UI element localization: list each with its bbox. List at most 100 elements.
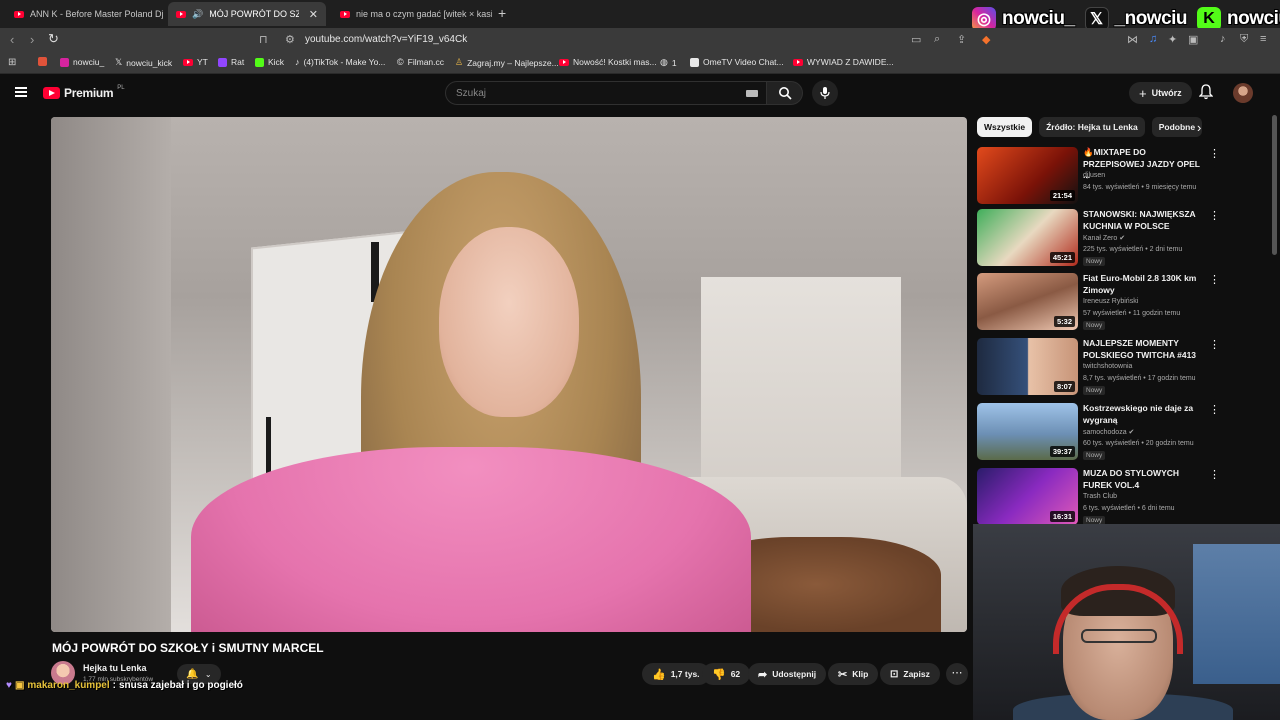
bookmark-item[interactable]: YT bbox=[183, 57, 208, 67]
save-button[interactable]: ⊡ Zapisz bbox=[880, 663, 940, 685]
page-scrollbar[interactable] bbox=[1272, 115, 1277, 255]
video-player[interactable] bbox=[51, 117, 967, 632]
keyboard-icon[interactable] bbox=[746, 90, 758, 97]
chip-all[interactable]: Wszystkie bbox=[977, 117, 1033, 137]
video-frame-person-face bbox=[439, 227, 579, 417]
recommendation-channel[interactable]: samochodoza ✔ bbox=[1083, 428, 1134, 436]
new-tab-button[interactable]: + bbox=[498, 5, 506, 21]
recommendation-channel[interactable]: twitchshotownia bbox=[1083, 363, 1132, 370]
audio-extension-icon[interactable]: ♫ bbox=[1149, 33, 1157, 45]
like-button[interactable]: 👍 1,7 tys. bbox=[642, 663, 710, 685]
close-tab-icon[interactable]: ✕ bbox=[309, 8, 318, 21]
recommendation-meta: 57 wyświetleń • 11 godzin temu bbox=[1083, 310, 1181, 317]
kebab-menu-icon[interactable]: ⋮ bbox=[1209, 273, 1220, 286]
browser-tab[interactable]: ANN K - Before Master Poland Dj Ba... bbox=[6, 2, 164, 26]
bookmark-item[interactable]: 𝕏nowciu_kick bbox=[115, 57, 172, 68]
forward-arrow-icon[interactable]: › bbox=[30, 32, 34, 47]
share-button[interactable]: ➦ Udostępnij bbox=[748, 663, 827, 685]
bookmark-item[interactable]: Kick bbox=[255, 57, 284, 67]
video-duration: 5:32 bbox=[1053, 316, 1075, 327]
recommendation-channel[interactable]: Kanał Zero ✔ bbox=[1083, 234, 1125, 242]
recommendation-item[interactable]: 16:31 MUZA DO STYLOWYCH FUREK VOL.4 Tras… bbox=[977, 468, 1222, 526]
recommendation-title[interactable]: Kostrzewskiego nie daje za wygraną bbox=[1083, 403, 1203, 426]
recommendation-channel[interactable]: Trash Club bbox=[1083, 493, 1117, 500]
video-thumbnail[interactable]: 5:32 bbox=[977, 273, 1078, 330]
media-icon[interactable]: ♪ bbox=[1220, 33, 1226, 45]
recommendation-item[interactable]: 5:32 Fiat Euro-Mobil 2.8 130K km Zimowy … bbox=[977, 273, 1222, 331]
create-button[interactable]: + Utwórz bbox=[1129, 82, 1192, 104]
search-input[interactable] bbox=[446, 82, 736, 104]
kebab-menu-icon[interactable]: ⋮ bbox=[1209, 468, 1220, 481]
vpn-icon[interactable]: ⛨ bbox=[1240, 33, 1248, 46]
bookmark-item[interactable]: OmeTV Video Chat... bbox=[690, 57, 784, 67]
chip-similar[interactable]: Podobne bbox=[1151, 117, 1203, 137]
account-avatar[interactable] bbox=[1233, 83, 1253, 103]
hamburger-menu-icon[interactable] bbox=[15, 87, 27, 97]
puzzle-extensions-icon[interactable]: ✦ bbox=[1168, 33, 1177, 46]
video-duration: 39:37 bbox=[1049, 446, 1075, 457]
search-button[interactable] bbox=[767, 81, 803, 105]
instagram-handle: nowciu_ bbox=[1002, 8, 1075, 29]
recommendation-title[interactable]: NAJLEPSZE MOMENTY POLSKIEGO TWITCHA #413 bbox=[1083, 338, 1203, 361]
recommendation-item[interactable]: 21:54 🔥MIXTAPE DO PRZEPISOWEJ JAZDY OPEL… bbox=[977, 147, 1222, 205]
bookmark-item[interactable]: Rat bbox=[218, 57, 244, 67]
bookmark-item[interactable]: ♙ Zagraj.my – Najlepsze... bbox=[455, 57, 559, 68]
menu-icon[interactable]: ≡ bbox=[1260, 33, 1266, 45]
recommendation-title[interactable]: MUZA DO STYLOWYCH FUREK VOL.4 bbox=[1083, 468, 1203, 491]
zoom-icon[interactable]: ⌕ bbox=[934, 33, 940, 46]
sidebar-toggle-icon[interactable]: ▣ bbox=[1188, 33, 1198, 46]
recommendation-channel[interactable]: Ireneusz Rybiński bbox=[1083, 298, 1138, 305]
url-field[interactable]: youtube.com/watch?v=YiF19_v64Ck bbox=[305, 34, 467, 45]
bookmark-icon[interactable]: ⊓ bbox=[259, 33, 268, 46]
browser-tab-active[interactable]: 🔊 MÓJ POWRÓT DO SZKOŁY i S... ✕ bbox=[168, 2, 326, 26]
brave-shield-icon[interactable]: ◆ bbox=[982, 33, 990, 46]
bookmark-item[interactable]: © Filman.cc bbox=[397, 57, 444, 67]
video-thumbnail[interactable]: 16:31 bbox=[977, 468, 1078, 525]
browser-tab[interactable]: nie ma o czym gadać [witek × kasix... bbox=[332, 2, 492, 26]
chevron-right-icon[interactable]: › bbox=[1197, 120, 1201, 135]
recommendation-title[interactable]: Fiat Euro-Mobil 2.8 130K km Zimowy bbox=[1083, 273, 1203, 296]
chip-source[interactable]: Źródło: Hejka tu Lenka bbox=[1039, 117, 1145, 137]
clip-button[interactable]: ✂ Klip bbox=[828, 663, 879, 685]
extension-icon[interactable]: ⋈ bbox=[1127, 33, 1138, 46]
recommendation-item[interactable]: 39:37 Kostrzewskiego nie daje za wygraną… bbox=[977, 403, 1222, 461]
bookmark-item[interactable]: ♪ (4)TikTok - Make Yo... bbox=[295, 57, 385, 67]
recommendation-item[interactable]: 8:07 NAJLEPSZE MOMENTY POLSKIEGO TWITCHA… bbox=[977, 338, 1222, 396]
youtube-premium-logo[interactable]: Premium PL bbox=[43, 85, 125, 100]
video-thumbnail[interactable]: 8:07 bbox=[977, 338, 1078, 395]
bookmark-favicon-icon bbox=[38, 57, 47, 66]
apps-grid-icon[interactable]: ⊞ bbox=[8, 57, 16, 68]
kick-icon bbox=[255, 57, 264, 67]
notifications-bell-icon[interactable] bbox=[1199, 84, 1213, 100]
video-thumbnail[interactable]: 45:21 bbox=[977, 209, 1078, 266]
cast-icon[interactable]: ▭ bbox=[911, 33, 921, 46]
kebab-menu-icon[interactable]: ⋮ bbox=[1209, 338, 1220, 351]
recommendation-channel[interactable]: djlusen bbox=[1083, 172, 1105, 179]
webcam-glasses bbox=[1081, 629, 1157, 643]
video-thumbnail[interactable]: 21:54 bbox=[977, 147, 1078, 204]
more-actions-button[interactable]: ⋯ bbox=[946, 663, 968, 685]
kebab-menu-icon[interactable]: ⋮ bbox=[1209, 147, 1220, 160]
back-arrow-icon[interactable]: ‹ bbox=[10, 32, 14, 47]
recommendation-title[interactable]: STANOWSKI: NAJWIĘKSZA KUCHNIA W POLSCE bbox=[1083, 209, 1203, 232]
site-info-icon[interactable]: ⚙ bbox=[285, 33, 295, 46]
channel-name[interactable]: Hejka tu Lenka bbox=[83, 663, 147, 673]
video-thumbnail[interactable]: 39:37 bbox=[977, 403, 1078, 460]
x-handle: _nowciu bbox=[1114, 8, 1188, 29]
bookmark-item[interactable]: nowciu_ bbox=[60, 57, 104, 67]
globe-icon: © bbox=[397, 57, 404, 67]
recommendation-item[interactable]: 45:21 STANOWSKI: NAJWIĘKSZA KUCHNIA W PO… bbox=[977, 209, 1222, 267]
kebab-menu-icon[interactable]: ⋮ bbox=[1209, 209, 1220, 222]
voice-search-button[interactable] bbox=[812, 80, 838, 106]
dislike-button[interactable]: 👎 62 bbox=[702, 663, 751, 685]
bookmark-item[interactable] bbox=[38, 57, 51, 66]
recommendation-meta: 225 tys. wyświetleń • 2 dni temu bbox=[1083, 246, 1183, 253]
kebab-menu-icon[interactable]: ⋮ bbox=[1209, 403, 1220, 416]
verified-icon: ✔ bbox=[1128, 429, 1135, 436]
bookmark-item[interactable]: WYWIAD Z DAWIDE... bbox=[793, 57, 894, 67]
bookmark-item[interactable]: ◍ 1 bbox=[660, 57, 677, 68]
bookmark-item[interactable]: Nowość! Kostki mas... bbox=[559, 57, 657, 67]
share-page-icon[interactable]: ⇪ bbox=[957, 33, 966, 46]
reload-icon[interactable]: ↻ bbox=[48, 31, 59, 47]
speaker-icon: 🔊 bbox=[192, 8, 204, 19]
